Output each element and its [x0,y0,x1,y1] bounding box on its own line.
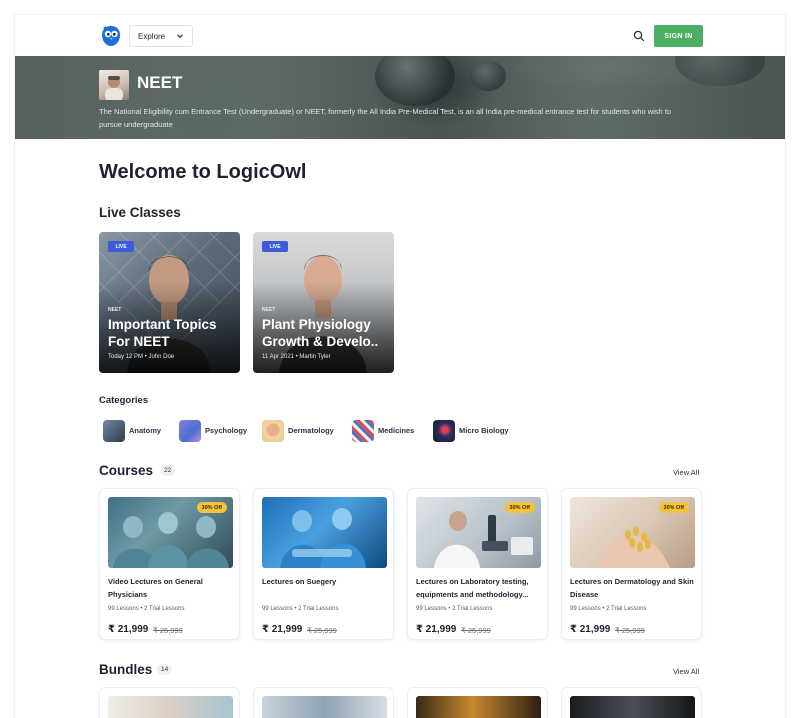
course-old-price: ₹ 25,999 [153,626,183,635]
dermatology-icon [262,419,284,442]
anatomy-icon [103,419,125,442]
discount-badge: 30% Off [504,502,535,513]
bundle-image [108,696,233,718]
bundle-image [570,696,695,718]
search-icon[interactable] [633,30,645,42]
courses-count-badge: 22 [160,465,176,476]
live-class-card[interactable]: LIVE NEET Plant Physiology Growth & Deve… [253,232,394,373]
course-price: ₹ 21,999 [416,624,457,635]
bundle-card[interactable] [561,687,702,718]
course-card[interactable]: 30% Off Video Lectures on General Physic… [99,488,240,640]
bundles-count-badge: 14 [157,664,173,675]
course-lessons: 99 Lessons • 2 Trial Lessons [108,606,185,612]
exam-banner: NEET The National Eligibility cum Entran… [15,56,785,139]
categories-heading: Categories [99,395,149,406]
live-badge: LIVE [262,241,288,252]
live-class-category: NEET [262,307,276,313]
course-image [262,497,387,568]
course-card[interactable]: 30% Off Lectures on Dermatology and Skin… [561,488,702,640]
explore-dropdown[interactable]: Explore [129,25,193,47]
course-old-price: ₹ 25,999 [307,626,337,635]
course-title: Lectures on Laboratory testing, equipmen… [416,577,529,599]
course-card[interactable]: Lectures on Suegery 99 Lessons • 2 Trial… [253,488,394,640]
bundle-card[interactable] [99,687,240,718]
category-item-anatomy[interactable]: Anatomy [103,419,161,442]
live-badge: LIVE [108,241,134,252]
live-class-title: Plant Physiology Growth & Develo.. [262,317,379,349]
banner-description: The National Eligibility cum Entrance Te… [99,107,672,129]
bundle-image [416,696,541,718]
category-label: Medicines [378,426,415,435]
page-title: Welcome to LogicOwl [99,161,307,183]
course-lessons: 99 Lessons • 2 Trial Lessons [570,606,647,612]
logicowl-logo-icon[interactable] [101,25,121,47]
page-frame: Explore SIGN IN NEET The National Eligib… [14,14,786,718]
course-image: 30% Off [108,497,233,568]
sign-in-button[interactable]: SIGN IN [654,25,703,47]
banner-title: NEET [137,73,183,92]
category-item-medicines[interactable]: Medicines [352,419,414,442]
discount-badge: 30% Off [196,502,227,513]
course-image: 30% Off [570,497,695,568]
banner-thumbnail [99,70,129,100]
psychology-icon [179,419,201,442]
live-class-category: NEET [108,307,122,313]
live-class-meta: 11 Apr 2021 • Martin Tyler [262,354,331,360]
chevron-down-icon [177,34,183,39]
live-class-meta: Today 12 PM • John Doe [108,354,175,360]
courses-heading: Courses [99,463,154,478]
category-label: Psychology [205,426,248,435]
course-title: Lectures on Dermatology and Skin Disease [570,577,694,599]
course-price: ₹ 21,999 [262,624,303,635]
course-title: Lectures on Suegery [262,577,337,586]
course-old-price: ₹ 25,999 [461,626,491,635]
discount-badge: 30% Off [658,502,689,513]
course-price: ₹ 21,999 [570,624,611,635]
category-label: Dermatology [288,426,334,435]
course-price: ₹ 21,999 [108,624,149,635]
top-nav: Explore SIGN IN [15,15,785,56]
course-lessons: 99 Lessons • 2 Trial Lessons [416,606,493,612]
bundle-card[interactable] [253,687,394,718]
category-label: Micro Biology [459,426,509,435]
course-title: Video Lectures on General Physicians [108,577,203,599]
medicines-icon [352,419,374,442]
bundle-card[interactable] [407,687,548,718]
courses-view-all-link[interactable]: View All [673,468,699,477]
category-item-psychology[interactable]: Psychology [179,419,247,442]
category-label: Anatomy [129,426,162,435]
live-card-overlay [253,232,394,373]
category-item-dermatology[interactable]: Dermatology [262,419,334,442]
live-card-overlay [99,232,240,373]
course-old-price: ₹ 25,999 [615,626,645,635]
bundles-heading: Bundles [99,662,153,677]
bundle-image [262,696,387,718]
explore-label: Explore [138,31,166,41]
bundles-view-all-link[interactable]: View All [673,667,699,676]
live-class-card[interactable]: LIVE NEET Important Topics For NEET Toda… [99,232,240,373]
live-class-title: Important Topics For NEET [108,317,217,349]
micro-biology-icon [433,419,455,442]
course-image: 30% Off [416,497,541,568]
live-classes-heading: Live Classes [99,205,181,220]
course-card[interactable]: 30% Off Lectures on Laboratory testing, … [407,488,548,640]
category-item-micro-biology[interactable]: Micro Biology [433,419,509,442]
course-lessons: 99 Lessons • 2 Trial Lessons [262,606,339,612]
